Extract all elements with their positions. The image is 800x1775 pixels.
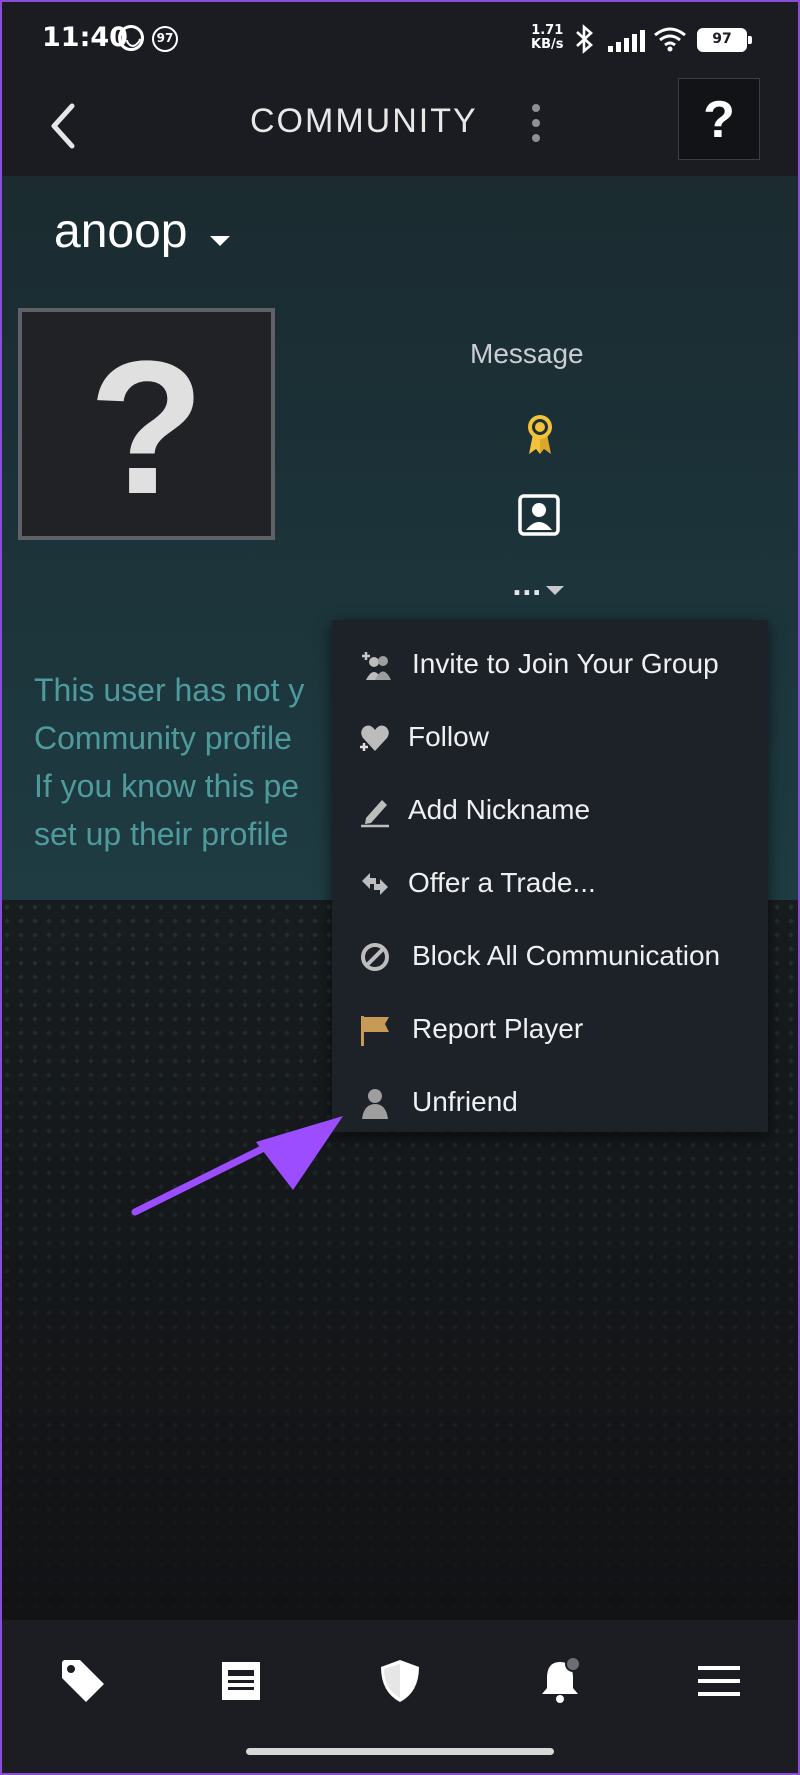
menu-item-unfriend[interactable]: Unfriend	[332, 1068, 768, 1141]
person-icon	[362, 1089, 388, 1119]
home-indicator[interactable]	[246, 1748, 554, 1755]
wifi-icon	[654, 27, 686, 52]
menu-item-offer-trade[interactable]: Offer a Trade...	[332, 849, 768, 922]
more-options-button[interactable]	[526, 98, 546, 152]
heart-follow-icon	[360, 725, 389, 751]
menu-item-label: Report Player	[412, 1013, 584, 1044]
pencil-icon	[361, 800, 389, 828]
whatsapp-icon	[118, 25, 144, 51]
menu-item-label: Invite to Join Your Group	[412, 648, 719, 679]
more-actions-menu: Invite to Join Your Group Follow Add Nic…	[332, 620, 768, 1132]
tag-icon[interactable]	[58, 1656, 108, 1706]
battery-indicator: 97	[697, 28, 752, 52]
menu-item-label: Unfriend	[412, 1086, 518, 1117]
menu-item-label: Follow	[408, 721, 489, 752]
signal-icon	[608, 30, 645, 52]
menu-item-invite-group[interactable]: Invite to Join Your Group	[332, 630, 768, 703]
help-button[interactable]: ?	[678, 78, 760, 160]
menu-item-add-nickname[interactable]: Add Nickname	[332, 776, 768, 849]
status-bar: 11:40 97 1.71 KB/s 97	[0, 0, 800, 78]
network-speed: 1.71 KB/s	[531, 24, 563, 52]
chevron-down-icon[interactable]	[210, 236, 230, 246]
flag-icon	[361, 1016, 389, 1046]
trade-icon	[362, 873, 388, 895]
network-speed-unit: KB/s	[531, 37, 564, 52]
avatar[interactable]: ?	[18, 308, 275, 540]
annotation-arrow-icon	[131, 1116, 343, 1216]
app-header: COMMUNITY ?	[0, 78, 800, 176]
page-title: COMMUNITY	[250, 102, 478, 140]
chevron-down-icon[interactable]	[546, 586, 564, 595]
more-actions-button[interactable]: ...	[512, 572, 542, 602]
badge-award-icon[interactable]	[523, 412, 557, 456]
network-speed-value: 1.71	[531, 23, 564, 38]
menu-item-block-communication[interactable]: Block All Communication	[332, 922, 768, 995]
menu-item-label: Add Nickname	[408, 794, 591, 825]
kebab-dot-icon	[532, 134, 540, 142]
back-button[interactable]	[42, 96, 86, 156]
bell-icon[interactable]	[535, 1656, 585, 1706]
menu-item-follow[interactable]: Follow	[332, 703, 768, 776]
username-dropdown[interactable]: anoop	[54, 204, 187, 259]
group-invite-icon	[362, 652, 391, 680]
menu-item-report-player[interactable]: Report Player	[332, 995, 768, 1068]
menu-item-label: Block All Communication	[412, 940, 721, 971]
bluetooth-icon	[576, 24, 593, 54]
shield-icon[interactable]	[375, 1656, 425, 1706]
avatar-placeholder-icon: ?	[88, 322, 205, 534]
message-button[interactable]: Message	[470, 338, 584, 370]
menu-item-label: Offer a Trade...	[408, 867, 596, 898]
status-time: 11:40	[42, 22, 128, 53]
profile-card-icon[interactable]	[518, 494, 560, 536]
block-icon	[361, 943, 389, 971]
kebab-dot-icon	[532, 104, 540, 112]
kebab-dot-icon	[532, 119, 540, 127]
news-icon[interactable]	[216, 1656, 266, 1706]
notification-count-badge: 97	[152, 26, 178, 52]
menu-icon[interactable]	[694, 1656, 744, 1706]
